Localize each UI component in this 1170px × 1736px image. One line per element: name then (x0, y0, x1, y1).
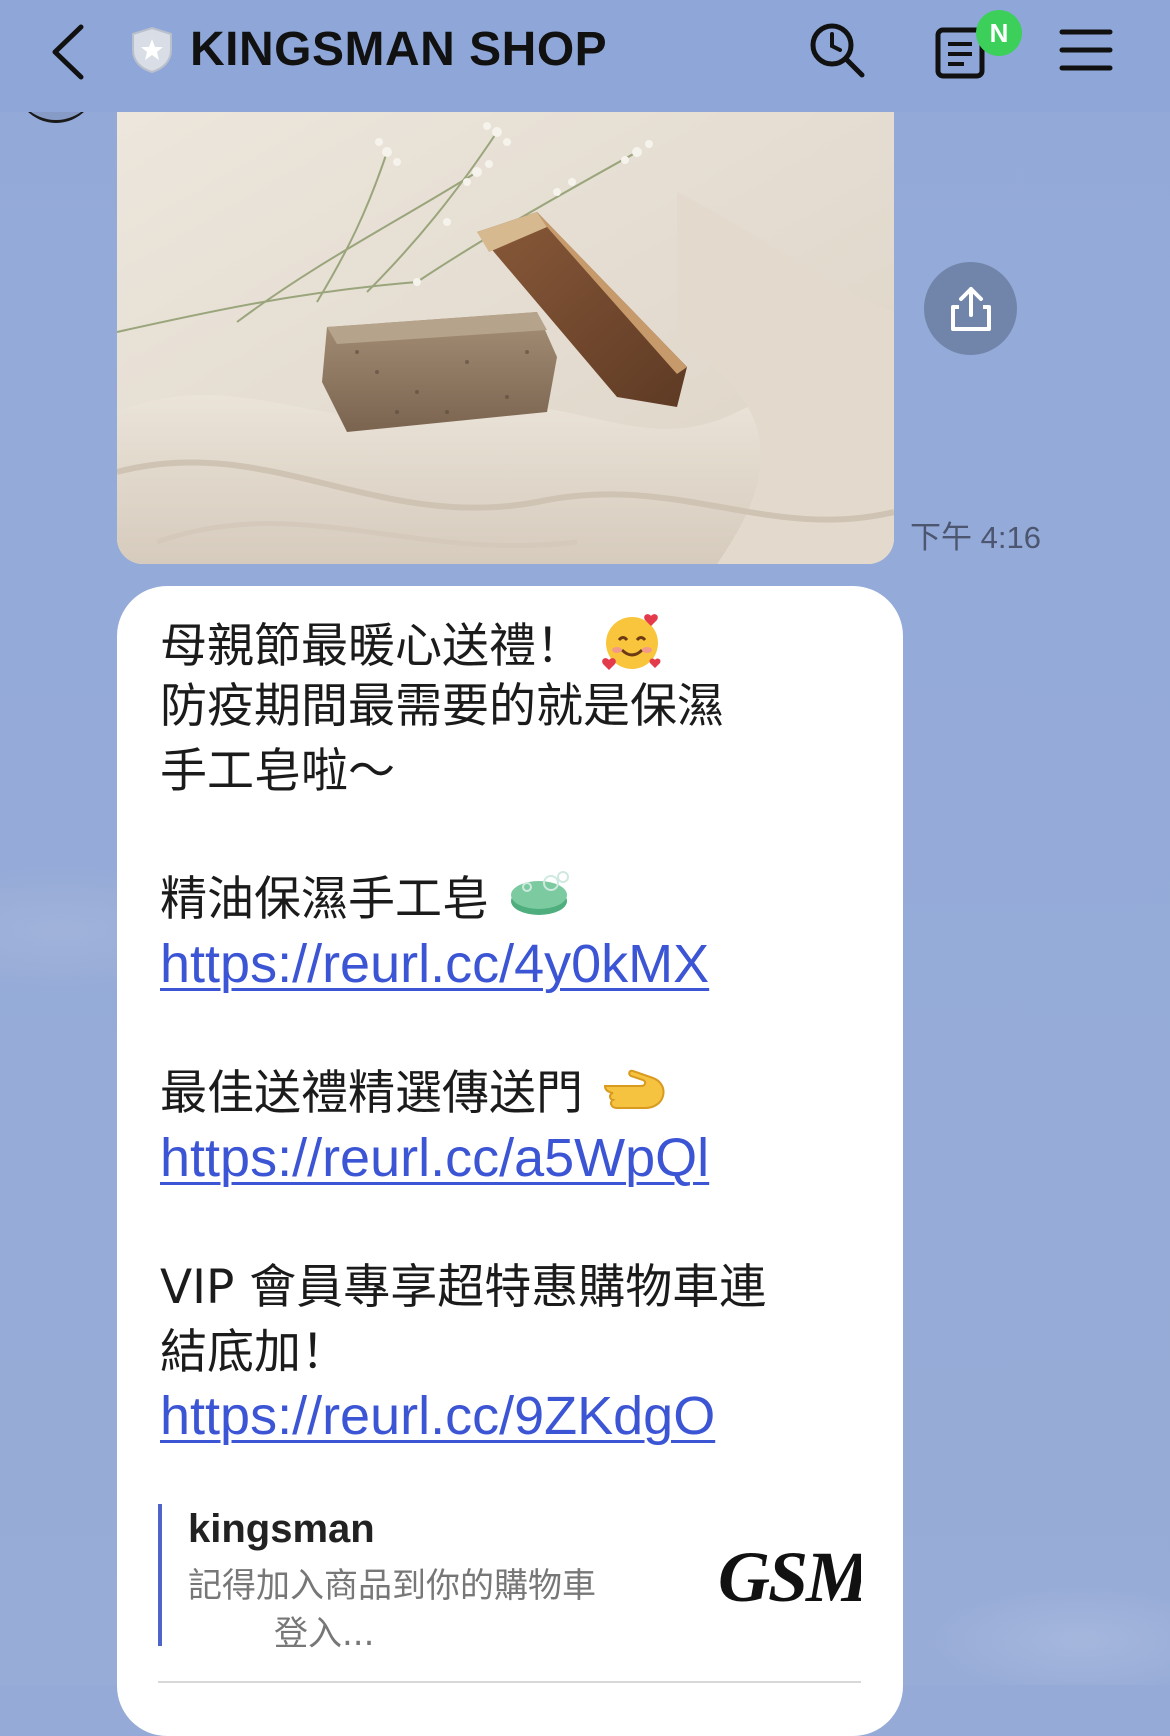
product-label: 精油保濕手工皂 (160, 868, 573, 936)
message-text: 母親節最暖心送禮！ (160, 619, 583, 674)
share-button[interactable] (924, 262, 1017, 355)
notification-badge: N (976, 10, 1022, 56)
menu-icon (1059, 29, 1113, 71)
preview-description: 登入... (274, 1614, 375, 1654)
preview-thumbnail: GSM (718, 1537, 861, 1617)
pointing-hand-icon (601, 1065, 667, 1129)
message-text: VIP 會員專享超特惠購物車連 (160, 1260, 767, 1315)
chat-title: KINGSMAN SHOP (190, 23, 608, 76)
message-text: 結底加！ (160, 1325, 348, 1380)
chat-header: KINGSMAN SHOP N (0, 0, 1170, 112)
divider (158, 1681, 861, 1683)
link-preview[interactable]: kingsman 記得加入商品到你的購物車 GSM (158, 1504, 861, 1646)
product-link[interactable]: https://reurl.cc/4y0kMX (160, 932, 709, 996)
message-text: 手工皂啦～ (160, 744, 395, 799)
back-button[interactable] (42, 22, 92, 82)
soap-icon (507, 869, 573, 936)
message-timestamp: 下午 4:16 (910, 520, 1041, 555)
gift-link[interactable]: https://reurl.cc/a5WpQl (160, 1126, 709, 1190)
search-clock-icon (810, 23, 865, 78)
preview-description: 記得加入商品到你的購物車 (188, 1566, 596, 1606)
message-text: 防疫期間最需要的就是保濕 (160, 679, 724, 734)
preview-site-name: kingsman (188, 1507, 375, 1551)
vip-link[interactable]: https://reurl.cc/9ZKdgO (160, 1384, 715, 1448)
share-icon (950, 286, 991, 331)
message-text: 精油保濕手工皂 (160, 872, 489, 927)
shield-star-icon (130, 26, 174, 74)
message-text: 最佳送禮精選傳送門 (160, 1066, 583, 1121)
menu-button[interactable] (1054, 18, 1118, 82)
soap-photo[interactable] (117, 112, 894, 564)
gift-label: 最佳送禮精選傳送門 (160, 1062, 667, 1129)
preview-accent-bar (158, 1504, 162, 1646)
search-button[interactable] (805, 18, 869, 82)
back-arrow-icon (52, 24, 84, 80)
